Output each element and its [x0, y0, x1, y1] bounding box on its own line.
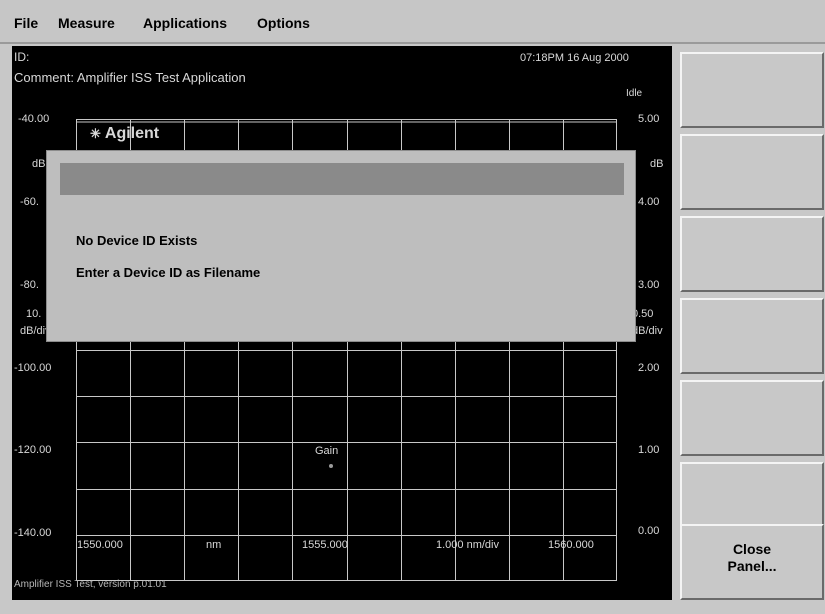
id-label: ID:: [14, 50, 30, 64]
right-scale-unit: dB/div: [632, 325, 663, 337]
agilent-logo: ✳ Agilent: [90, 125, 160, 142]
right-tick-5: 1.00: [638, 444, 660, 456]
menu-options[interactable]: Options: [257, 15, 310, 31]
softkey-5[interactable]: [680, 380, 824, 456]
menu-file[interactable]: File: [14, 15, 38, 31]
spark-icon: ✳: [90, 126, 101, 141]
gain-marker: [329, 464, 333, 468]
status-text: Idle: [626, 88, 643, 99]
datetime-text: 07:18PM 16 Aug 2000: [520, 52, 629, 64]
version-footer: Amplifier ISS Test, version p.01.01: [14, 579, 167, 590]
left-axis-unit: dB: [32, 158, 46, 170]
left-tick-5: -120.00: [14, 444, 52, 456]
right-axis-unit: dB: [650, 158, 664, 170]
trace-label: Gain: [315, 445, 339, 457]
comment-text: Comment: Amplifier ISS Test Application: [14, 70, 246, 85]
x-center: 1555.000: [302, 539, 348, 551]
right-tick-3: 3.00: [638, 279, 660, 291]
right-tick-1: 5.00: [638, 113, 660, 125]
left-tick-2: -60.: [20, 196, 39, 208]
softkey-2[interactable]: [680, 134, 824, 210]
left-tick-1: -40.00: [18, 113, 50, 125]
right-tick-6: 0.00: [638, 525, 660, 537]
left-tick-6: -140.00: [14, 527, 52, 539]
error-dialog: No Device ID Exists Enter a Device ID as…: [46, 150, 636, 342]
right-tick-4: 2.00: [638, 362, 660, 374]
x-end: 1560.000: [548, 539, 594, 551]
close-panel-label: Close Panel...: [727, 541, 777, 574]
left-tick-3: -80.: [20, 279, 39, 291]
dialog-message-2: Enter a Device ID as Filename: [76, 265, 261, 280]
measurement-display: ID: Comment: Amplifier ISS Test Applicat…: [12, 46, 672, 600]
close-panel-button[interactable]: Close Panel...: [680, 524, 824, 600]
x-start: 1550.000: [77, 539, 123, 551]
dialog-title-bar[interactable]: [60, 163, 624, 195]
softkey-4[interactable]: [680, 298, 824, 374]
dialog-message-1: No Device ID Exists: [76, 233, 198, 248]
menu-measure[interactable]: Measure: [58, 15, 115, 31]
left-tick-4: -100.00: [14, 362, 52, 374]
softkey-3[interactable]: [680, 216, 824, 292]
x-unit: nm: [206, 539, 222, 551]
right-tick-2: 4.00: [638, 196, 660, 208]
softkey-1[interactable]: [680, 52, 824, 128]
menu-applications[interactable]: Applications: [143, 15, 227, 31]
menu-bar: File Measure Applications Options: [0, 0, 825, 44]
left-scale-value: 10.: [26, 308, 42, 320]
x-scale: 1.000 nm/div: [436, 539, 499, 551]
